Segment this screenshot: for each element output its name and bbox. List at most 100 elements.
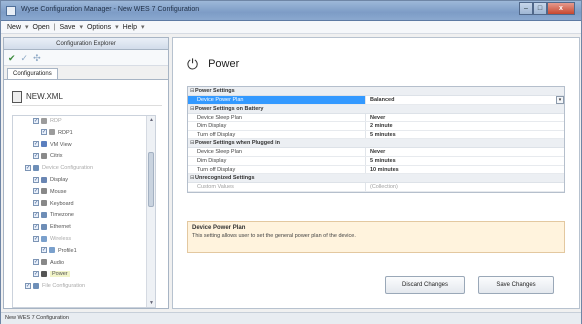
checkbox[interactable]: ✓ xyxy=(33,141,39,148)
tree-item-label: Audio xyxy=(50,259,65,266)
window-controls: – □ x xyxy=(519,2,575,16)
settings-panel: ⏻ Power ⊟Power Settings Device Power Plan… xyxy=(172,37,580,309)
checkmark-icon[interactable]: ✔ xyxy=(8,53,16,63)
property-value[interactable]: 10 minutes xyxy=(366,166,564,174)
config-file-item[interactable]: NEW.XML xyxy=(12,88,162,106)
tree-item[interactable]: ✓ Citrix xyxy=(13,151,155,163)
tree-item-label: VM View xyxy=(50,141,72,148)
tree-item[interactable]: ✓ File Configuration xyxy=(13,281,155,293)
grid-row[interactable]: Device Sleep Plan Never xyxy=(188,113,564,123)
dropdown-arrow-icon[interactable]: ▾ xyxy=(556,96,564,104)
scroll-up-icon[interactable]: ▲ xyxy=(149,117,154,123)
property-name: Dim Display xyxy=(188,122,366,130)
checkbox[interactable]: ✓ xyxy=(33,188,39,195)
grid-category-title: Power Settings xyxy=(195,88,235,94)
checkbox[interactable]: ✓ xyxy=(33,211,39,218)
property-value-text: Balanced xyxy=(370,97,395,103)
tab-configurations[interactable]: Configurations xyxy=(7,68,58,79)
property-value[interactable]: 5 minutes xyxy=(366,131,564,139)
grid-category[interactable]: ⊟Power Settings on Battery xyxy=(188,104,564,114)
tree-item[interactable]: ✓ Audio xyxy=(13,258,155,270)
menu-save[interactable]: Save xyxy=(57,24,77,31)
property-value[interactable]: Balanced ▾ xyxy=(366,96,564,104)
tree-item[interactable]: ✓ Mouse xyxy=(13,187,155,199)
tree-item-label: Mouse xyxy=(50,188,67,195)
settings-tree: ✓ RDP ✓ RDP1 ✓ VM View ✓ Citrix ✓ Device Configur… xyxy=(12,115,156,308)
grid-row[interactable]: Dim Display 2 minute xyxy=(188,122,564,131)
dropdown-arrow-icon: ▾ xyxy=(79,24,83,31)
tree-item[interactable]: ✓ Device Configuration xyxy=(13,163,155,175)
checkbox[interactable]: ✓ xyxy=(25,164,31,171)
maximize-button[interactable]: □ xyxy=(533,2,547,15)
property-value[interactable]: 2 minute xyxy=(366,122,564,130)
description-box: Device Power Plan This setting allows us… xyxy=(187,221,565,253)
property-name: Device Power Plan xyxy=(188,96,366,104)
discard-changes-button[interactable]: Discard Changes xyxy=(385,276,465,294)
checkbox[interactable]: ✓ xyxy=(33,235,39,242)
tree-item[interactable]: ✓ RDP1 xyxy=(13,128,155,140)
checkbox[interactable]: ✓ xyxy=(33,259,39,266)
tree-scrollbar[interactable]: ▲ ▼ xyxy=(146,116,155,307)
minimize-button[interactable]: – xyxy=(519,2,533,15)
checkbox[interactable]: ✓ xyxy=(25,282,31,289)
app-icon xyxy=(6,6,16,16)
property-value[interactable]: Never xyxy=(366,148,564,156)
menu-help[interactable]: Help xyxy=(121,24,139,31)
grid-row[interactable]: Turn off Display 5 minutes xyxy=(188,130,564,140)
property-value[interactable]: 5 minutes xyxy=(366,157,564,165)
tree-item[interactable]: ✓ Keyboard xyxy=(13,199,155,211)
file-icon xyxy=(12,90,22,103)
grid-category[interactable]: ⊟Power Settings when Plugged in xyxy=(188,139,564,149)
tree-item[interactable]: ✓ Ethernet xyxy=(13,222,155,234)
dropdown-arrow-icon: ▾ xyxy=(25,24,29,31)
uncheck-icon[interactable]: ✓ xyxy=(21,53,29,63)
dropdown-arrow-icon: ▾ xyxy=(141,24,145,31)
grid-row[interactable]: Custom Values (Collection) xyxy=(188,183,564,192)
explorer-tabs: Configurations xyxy=(4,66,168,80)
tree-node-icon xyxy=(41,176,47,183)
grid-category[interactable]: ⊟Power Settings xyxy=(188,87,564,96)
scrollbar-thumb[interactable] xyxy=(148,152,154,207)
menu-separator: | xyxy=(53,23,56,31)
grid-row[interactable]: Dim Display 5 minutes xyxy=(188,156,564,166)
grid-row[interactable]: Device Sleep Plan Never xyxy=(188,148,564,157)
property-name: Custom Values xyxy=(188,183,366,191)
tree-item[interactable]: ✓ Display xyxy=(13,175,155,187)
grid-row[interactable]: Device Power Plan Balanced ▾ xyxy=(188,96,564,105)
menu-options[interactable]: Options xyxy=(85,24,113,31)
tree-item[interactable]: ✓ Timezone xyxy=(13,210,155,222)
property-value[interactable]: (Collection) xyxy=(366,183,564,191)
save-changes-button[interactable]: Save Changes xyxy=(478,276,554,294)
tree-item[interactable]: ✓ RDP xyxy=(13,116,155,128)
property-value-text: 2 minute xyxy=(370,123,393,130)
checkbox[interactable]: ✓ xyxy=(33,270,39,277)
tree-item[interactable]: ✓ VM View xyxy=(13,140,155,152)
property-name: Turn off Display xyxy=(188,165,366,174)
expand-icon[interactable]: ✣ xyxy=(33,53,41,63)
checkbox[interactable]: ✓ xyxy=(41,129,47,136)
grid-row[interactable]: Turn off Display 10 minutes xyxy=(188,165,564,175)
checkbox[interactable]: ✓ xyxy=(33,152,39,159)
checkbox[interactable]: ✓ xyxy=(41,247,47,254)
property-name: Device Sleep Plan xyxy=(188,148,366,156)
tree-item[interactable]: ✓ Profile1 xyxy=(13,246,155,258)
app-window: Wyse Configuration Manager - New WES 7 C… xyxy=(0,0,582,324)
description-title: Device Power Plan xyxy=(192,225,246,231)
menu-new[interactable]: New xyxy=(5,24,23,31)
checkbox[interactable]: ✓ xyxy=(33,223,39,230)
checkbox[interactable]: ✓ xyxy=(33,176,39,183)
property-value-text: 5 minutes xyxy=(370,157,396,164)
grid-category[interactable]: ⊟Unrecognized Settings xyxy=(188,174,564,184)
tree-item-label: Device Configuration xyxy=(42,165,94,172)
checkbox[interactable]: ✓ xyxy=(33,200,39,207)
tree-item[interactable]: ✓ Power xyxy=(13,269,155,281)
property-value[interactable]: Never xyxy=(366,114,564,122)
title-bar[interactable]: Wyse Configuration Manager - New WES 7 C… xyxy=(1,1,581,21)
tree-item-label: RDP xyxy=(50,118,62,124)
checkbox[interactable]: ✓ xyxy=(33,117,39,124)
close-button[interactable]: x xyxy=(547,2,575,15)
menu-open[interactable]: Open xyxy=(31,24,52,31)
scroll-down-icon[interactable]: ▼ xyxy=(149,300,154,306)
tree-node-icon xyxy=(41,259,47,266)
tree-item[interactable]: ✓ Wireless xyxy=(13,234,155,246)
